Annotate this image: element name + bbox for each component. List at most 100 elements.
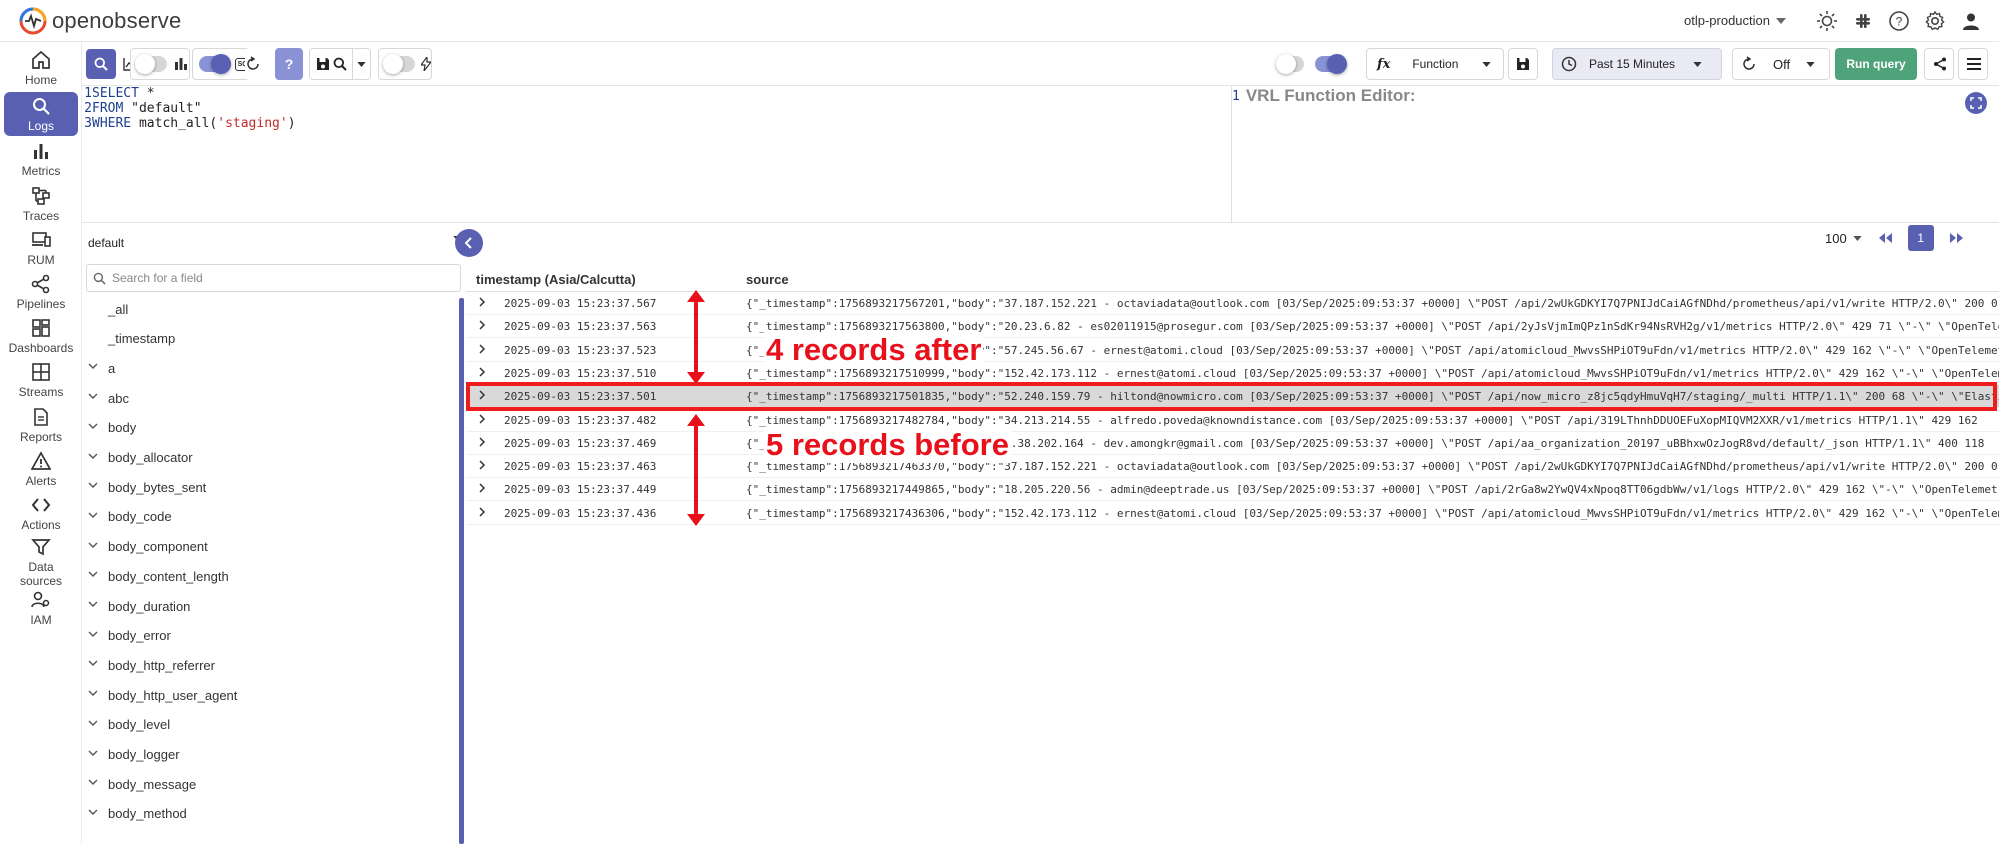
sql-mode-toggle[interactable] [199, 54, 231, 74]
expand-row-chevron-icon[interactable] [478, 483, 486, 493]
more-menu-button[interactable] [1958, 48, 1988, 80]
expand-row-chevron-icon[interactable] [478, 320, 486, 330]
field-item-a[interactable]: a [82, 353, 452, 383]
expand-row-chevron-icon[interactable] [478, 297, 486, 307]
save-function-button[interactable] [1508, 48, 1538, 80]
field-item-abc[interactable]: abc [82, 383, 452, 413]
field-item-body-duration[interactable]: body_duration [82, 591, 452, 621]
page-size-selector[interactable]: 100 [1825, 231, 1862, 246]
field-item-body-content-length[interactable]: body_content_length [82, 561, 452, 591]
chevron-down-icon[interactable] [88, 629, 98, 639]
nav-item-logs[interactable]: Logs [4, 92, 78, 136]
lightning-icon [421, 57, 431, 71]
share-button[interactable] [1924, 48, 1954, 80]
search-mode-button[interactable] [86, 49, 116, 79]
chevron-down-icon[interactable] [88, 718, 98, 728]
search-saved-views-button[interactable] [331, 49, 348, 79]
chevron-down-icon[interactable] [88, 421, 98, 431]
field-item--timestamp[interactable]: _timestamp [82, 324, 452, 354]
nav-item-reports[interactable]: Reports [4, 403, 78, 447]
field-item-body[interactable]: body [82, 413, 452, 443]
live-mode-toggle[interactable] [383, 54, 415, 74]
expand-row-chevron-icon[interactable] [478, 344, 486, 354]
field-item--all[interactable]: _all [82, 294, 452, 324]
field-item-body-error[interactable]: body_error [82, 621, 452, 651]
save-view-button[interactable] [314, 49, 331, 79]
function-toggle-on[interactable] [1315, 48, 1347, 80]
stream-selector[interactable]: default [82, 226, 462, 260]
field-item-body-level[interactable]: body_level [82, 710, 452, 740]
chevron-down-icon[interactable] [88, 391, 98, 401]
chevron-down-icon[interactable] [88, 569, 98, 579]
column-header-source[interactable]: source [746, 272, 789, 287]
chevron-down-icon[interactable] [88, 540, 98, 550]
nav-item-traces[interactable]: Traces [4, 182, 78, 226]
logo[interactable]: openobserve [18, 6, 181, 36]
transform-toggle-off[interactable] [1276, 48, 1308, 80]
org-selector[interactable]: otlp-production [1684, 13, 1786, 28]
nav-item-home[interactable]: Home [4, 46, 78, 90]
settings-gear-icon[interactable] [1922, 8, 1948, 34]
reset-button[interactable] [245, 48, 273, 80]
field-item-body-component[interactable]: body_component [82, 532, 452, 562]
chevron-down-icon[interactable] [88, 658, 98, 668]
nav-item-actions[interactable]: Actions [4, 491, 78, 535]
field-item-body-message[interactable]: body_message [82, 769, 452, 799]
user-avatar-icon[interactable] [1958, 8, 1984, 34]
collapse-fields-button[interactable] [455, 229, 483, 257]
expand-editor-button[interactable] [1965, 92, 1987, 114]
current-page-button[interactable]: 1 [1907, 225, 1934, 251]
field-search-input[interactable]: Search for a field [86, 264, 461, 292]
top-bar: openobserve otlp-production ? [0, 0, 1999, 42]
field-item-body-allocator[interactable]: body_allocator [82, 443, 452, 473]
theme-toggle-sun-icon[interactable] [1814, 8, 1840, 34]
field-item-body-http-user-agent[interactable]: body_http_user_agent [82, 680, 452, 710]
nav-item-data-sources[interactable]: Data sources [4, 536, 78, 588]
nav-item-metrics[interactable]: Metrics [4, 137, 78, 181]
expand-row-chevron-icon[interactable] [478, 460, 486, 470]
sql-query-editor[interactable]: 1 SELECT * 2 FROM "default" 3 WHERE match_all… [82, 86, 1232, 222]
nav-item-streams[interactable]: Streams [4, 358, 78, 402]
chevron-down-icon[interactable] [88, 361, 98, 371]
saved-views-dropdown[interactable] [353, 49, 370, 79]
expand-row-chevron-icon[interactable] [478, 437, 486, 447]
histogram-toggle[interactable] [135, 54, 167, 74]
vrl-function-editor[interactable]: 1 VRL Function Editor: [1232, 86, 1999, 222]
field-item-body-logger[interactable]: body_logger [82, 740, 452, 770]
function-selector[interactable]: fx Function [1366, 48, 1504, 80]
chevron-down-icon[interactable] [88, 451, 98, 461]
nav-item-dashboards[interactable]: Dashboards [4, 314, 78, 358]
chevron-down-icon[interactable] [88, 688, 98, 698]
query-help-button[interactable]: ? [275, 48, 303, 80]
expand-row-chevron-icon[interactable] [478, 413, 486, 424]
nav-item-rum[interactable]: RUM [4, 226, 78, 270]
expand-row-chevron-icon[interactable] [478, 367, 486, 377]
field-item-body-code[interactable]: body_code [82, 502, 452, 532]
auto-refresh-selector[interactable]: Off [1732, 48, 1830, 80]
nav-item-iam[interactable]: IAM [4, 588, 78, 628]
expand-row-chevron-icon[interactable] [478, 507, 486, 517]
chevron-down-icon[interactable] [88, 777, 98, 787]
chevron-down-icon[interactable] [88, 510, 98, 520]
pagination: 100 1 [1825, 225, 1970, 251]
column-header-timestamp[interactable]: timestamp (Asia/Calcutta) [476, 272, 636, 287]
slack-icon[interactable] [1850, 8, 1876, 34]
chevron-down-icon[interactable] [88, 480, 98, 490]
date-time-picker[interactable]: Past 15 Minutes [1552, 48, 1722, 80]
run-query-button[interactable]: Run query [1835, 48, 1917, 80]
last-page-button[interactable] [1944, 225, 1970, 251]
help-icon[interactable]: ? [1886, 8, 1912, 34]
first-page-button[interactable] [1872, 225, 1898, 251]
field-item-body-method[interactable]: body_method [82, 799, 452, 829]
refresh-icon [247, 56, 259, 70]
chevron-down-icon[interactable] [88, 807, 98, 817]
field-list-scrollbar[interactable] [459, 298, 464, 844]
chevron-down-icon[interactable] [88, 748, 98, 758]
chevron-down-icon[interactable] [88, 599, 98, 609]
field-item-body-http-referrer[interactable]: body_http_referrer [82, 650, 452, 680]
svg-text:?: ? [285, 56, 294, 72]
field-item-body-bytes-sent[interactable]: body_bytes_sent [82, 472, 452, 502]
sql-token: ) [287, 116, 296, 131]
nav-item-alerts[interactable]: Alerts [4, 447, 78, 491]
nav-item-pipelines[interactable]: Pipelines [4, 270, 78, 314]
